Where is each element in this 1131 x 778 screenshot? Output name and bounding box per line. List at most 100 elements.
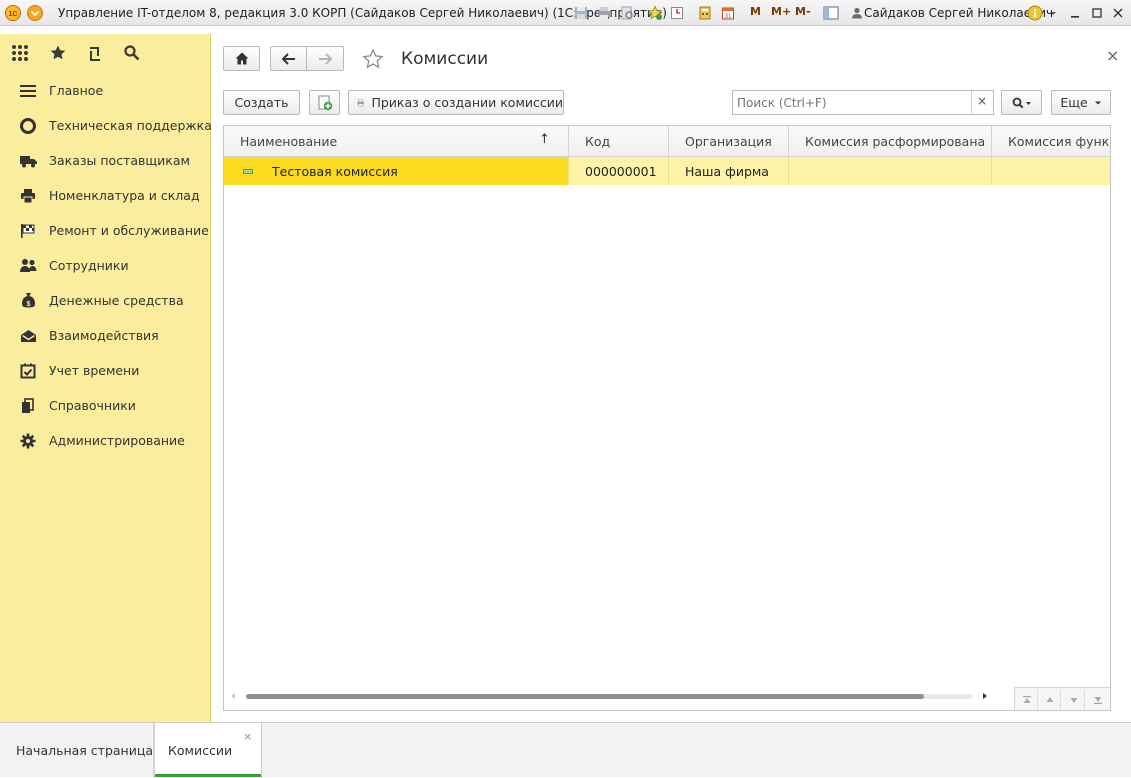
info-icon[interactable] xyxy=(1026,4,1044,22)
section-main[interactable]: Главное xyxy=(0,73,211,108)
add-to-favorites-icon[interactable] xyxy=(646,4,664,22)
envelope-icon xyxy=(19,327,37,345)
sort-ascending-icon: ↑ xyxy=(539,132,550,147)
calculator-icon[interactable] xyxy=(696,4,714,22)
element-marker-icon xyxy=(243,169,253,174)
forward-button[interactable] xyxy=(306,46,344,71)
tab-close-button[interactable]: × xyxy=(243,730,252,743)
current-user-name[interactable]: Сайдаков Сергей Николаевич xyxy=(864,6,1053,20)
section-repair[interactable]: Ремонт и обслуживание xyxy=(0,213,211,248)
memory-subtract-button[interactable]: M- xyxy=(795,5,811,18)
books-icon xyxy=(19,397,37,415)
1c-logo-icon[interactable]: 1C xyxy=(4,4,22,22)
section-label: Номенклатура и склад xyxy=(49,188,200,203)
people-icon xyxy=(19,257,37,275)
column-header-functions[interactable]: Комиссия функци xyxy=(992,126,1110,156)
section-money[interactable]: $ Денежные средства xyxy=(0,283,211,318)
go-to-next-icon[interactable] xyxy=(1063,690,1085,710)
minimize-icon[interactable] xyxy=(1066,4,1084,22)
row-cell-disbanded[interactable] xyxy=(789,157,992,185)
row-cell-name[interactable]: Тестовая комиссия xyxy=(224,157,569,185)
section-time-tracking[interactable]: Учет времени xyxy=(0,353,211,388)
row-cell-functions[interactable] xyxy=(992,157,1110,185)
svg-text:$: $ xyxy=(26,301,30,308)
column-header-code[interactable]: Код xyxy=(569,126,669,156)
section-label: Главное xyxy=(49,83,104,98)
section-label: Сотрудники xyxy=(49,258,129,273)
tab-home-page[interactable]: Начальная страница xyxy=(0,723,154,778)
section-supplier-orders[interactable]: Заказы поставщикам xyxy=(0,143,211,178)
printer-icon xyxy=(19,187,37,205)
tab-label: Начальная страница xyxy=(16,743,153,758)
history-icon[interactable] xyxy=(668,4,686,22)
section-administration[interactable]: Администрирование xyxy=(0,423,211,458)
column-header-name[interactable]: Наименование xyxy=(224,126,569,156)
print-order-label: Приказ о создании комиссии xyxy=(371,95,563,110)
row-cell-code[interactable]: 000000001 xyxy=(569,157,669,185)
home-icon xyxy=(235,52,248,65)
truck-icon xyxy=(19,152,37,170)
more-actions-button[interactable]: Еще xyxy=(1051,90,1111,115)
column-header-label: Комиссия функци xyxy=(1008,133,1110,149)
open-windows-bar: Начальная страница Комиссии × xyxy=(0,722,1131,778)
section-employees[interactable]: Сотрудники xyxy=(0,248,211,283)
search-input[interactable] xyxy=(733,91,971,114)
close-form-button[interactable]: × xyxy=(1106,46,1119,65)
row-cell-organization[interactable]: Наша фирма xyxy=(669,157,789,185)
panels-layout-icon[interactable] xyxy=(822,4,840,22)
all-functions-grid-icon[interactable] xyxy=(10,43,30,63)
horizontal-scrollbar-thumb[interactable] xyxy=(246,694,924,699)
maximize-icon[interactable] xyxy=(1088,4,1106,22)
create-button[interactable]: Создать xyxy=(223,90,300,115)
calendar-icon[interactable]: 31 xyxy=(719,4,737,22)
save-icon[interactable] xyxy=(572,4,590,22)
search-box: × xyxy=(732,90,994,115)
go-to-first-icon[interactable] xyxy=(1016,690,1038,710)
search-icon[interactable] xyxy=(122,43,142,63)
print-order-button[interactable]: Приказ о создании комиссии xyxy=(348,90,564,115)
section-interactions[interactable]: Взаимодействия xyxy=(0,318,211,353)
main-menu-dropdown-icon[interactable] xyxy=(26,4,44,22)
print-icon[interactable] xyxy=(595,4,613,22)
scroll-left-arrow-icon[interactable] xyxy=(230,693,236,699)
favorite-star-outline-icon[interactable] xyxy=(362,48,384,70)
memory-store-button[interactable]: M xyxy=(750,5,761,18)
section-nomenclature[interactable]: Номенклатура и склад xyxy=(0,178,211,213)
section-catalogs[interactable]: Справочники xyxy=(0,388,211,423)
panel-toolbar xyxy=(0,34,211,72)
calendar-check-icon xyxy=(19,362,37,380)
create-copy-button[interactable] xyxy=(309,90,340,115)
window-title-bar: 1C Управление IT-отделом 8, редакция 3.0… xyxy=(0,0,1131,26)
section-label: Учет времени xyxy=(49,363,140,378)
search-divider xyxy=(971,91,972,114)
checkered-flag-icon xyxy=(19,222,37,240)
favorites-star-icon[interactable] xyxy=(48,43,68,63)
section-label: Денежные средства xyxy=(49,293,184,308)
arrow-left-icon xyxy=(281,52,295,65)
cell-text: Наша фирма xyxy=(685,163,769,179)
section-tech-support[interactable]: Техническая поддержка xyxy=(0,108,212,143)
support-lifebuoy-icon xyxy=(19,117,37,135)
search-clear-button[interactable]: × xyxy=(977,94,987,108)
form-title: Комиссии xyxy=(401,49,489,69)
preview-icon[interactable] xyxy=(618,4,636,22)
search-icon xyxy=(1012,97,1031,108)
search-options-button[interactable] xyxy=(1001,90,1042,115)
section-label: Справочники xyxy=(49,398,136,413)
go-to-last-icon[interactable] xyxy=(1087,690,1109,710)
home-button[interactable] xyxy=(223,46,260,71)
arrow-right-icon xyxy=(319,52,332,65)
go-to-previous-icon[interactable] xyxy=(1039,690,1061,710)
info-dropdown-icon[interactable] xyxy=(1044,4,1062,22)
column-header-organization[interactable]: Организация xyxy=(669,126,789,156)
close-window-icon[interactable] xyxy=(1109,4,1127,22)
history-clock-icon[interactable] xyxy=(85,43,105,63)
more-actions-label: Еще xyxy=(1060,95,1088,110)
back-button[interactable] xyxy=(270,46,307,71)
chevron-down-icon xyxy=(1094,101,1101,104)
column-header-disbanded[interactable]: Комиссия расформирована xyxy=(789,126,992,156)
cell-text: Тестовая комиссия xyxy=(272,163,398,179)
memory-add-button[interactable]: M+ xyxy=(771,5,791,18)
printer-icon xyxy=(357,99,364,106)
scroll-right-arrow-icon[interactable] xyxy=(982,693,988,699)
